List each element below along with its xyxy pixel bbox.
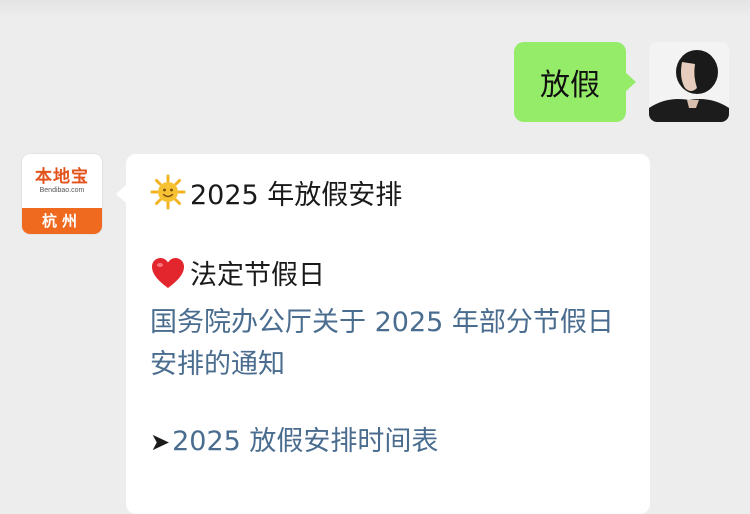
schedule-link-line[interactable]: ➤2025 放假安排时间表 — [150, 422, 628, 462]
logo-city-text: 杭州 — [22, 208, 102, 234]
user-avatar[interactable] — [649, 42, 729, 122]
message-heading: 2025 年放假安排 — [190, 180, 403, 211]
sent-message-text: 放假 — [540, 68, 600, 103]
section-title: 法定节假日 — [190, 260, 325, 291]
bubble-bottom-fade — [126, 470, 650, 500]
logo-brand-text: 本地宝 — [35, 167, 89, 187]
sent-message-bubble[interactable]: 放假 — [514, 42, 636, 122]
user-avatar-photo — [649, 42, 729, 122]
received-message-bubble[interactable]: 2025 年放假安排 法定节假日 国务院办公厅关于 2025 年部分节假日安排的… — [116, 154, 650, 514]
section-title-line: 法定节假日 — [150, 256, 628, 302]
message-heading-line: 2025 年放假安排 — [150, 174, 628, 222]
notice-link[interactable]: 国务院办公厅关于 2025 年部分节假日安排的通知 — [150, 302, 626, 386]
chat-top-edge — [0, 0, 750, 18]
official-account-avatar[interactable]: 本地宝 Bendibao.com 杭州 — [22, 154, 102, 234]
arrow-right-icon: ➤ — [150, 428, 171, 456]
logo-domain-text: Bendibao.com — [39, 187, 85, 194]
sun-emoji-icon — [150, 174, 186, 222]
schedule-link[interactable]: 2025 放假安排时间表 — [172, 426, 438, 457]
red-heart-icon — [150, 256, 186, 302]
